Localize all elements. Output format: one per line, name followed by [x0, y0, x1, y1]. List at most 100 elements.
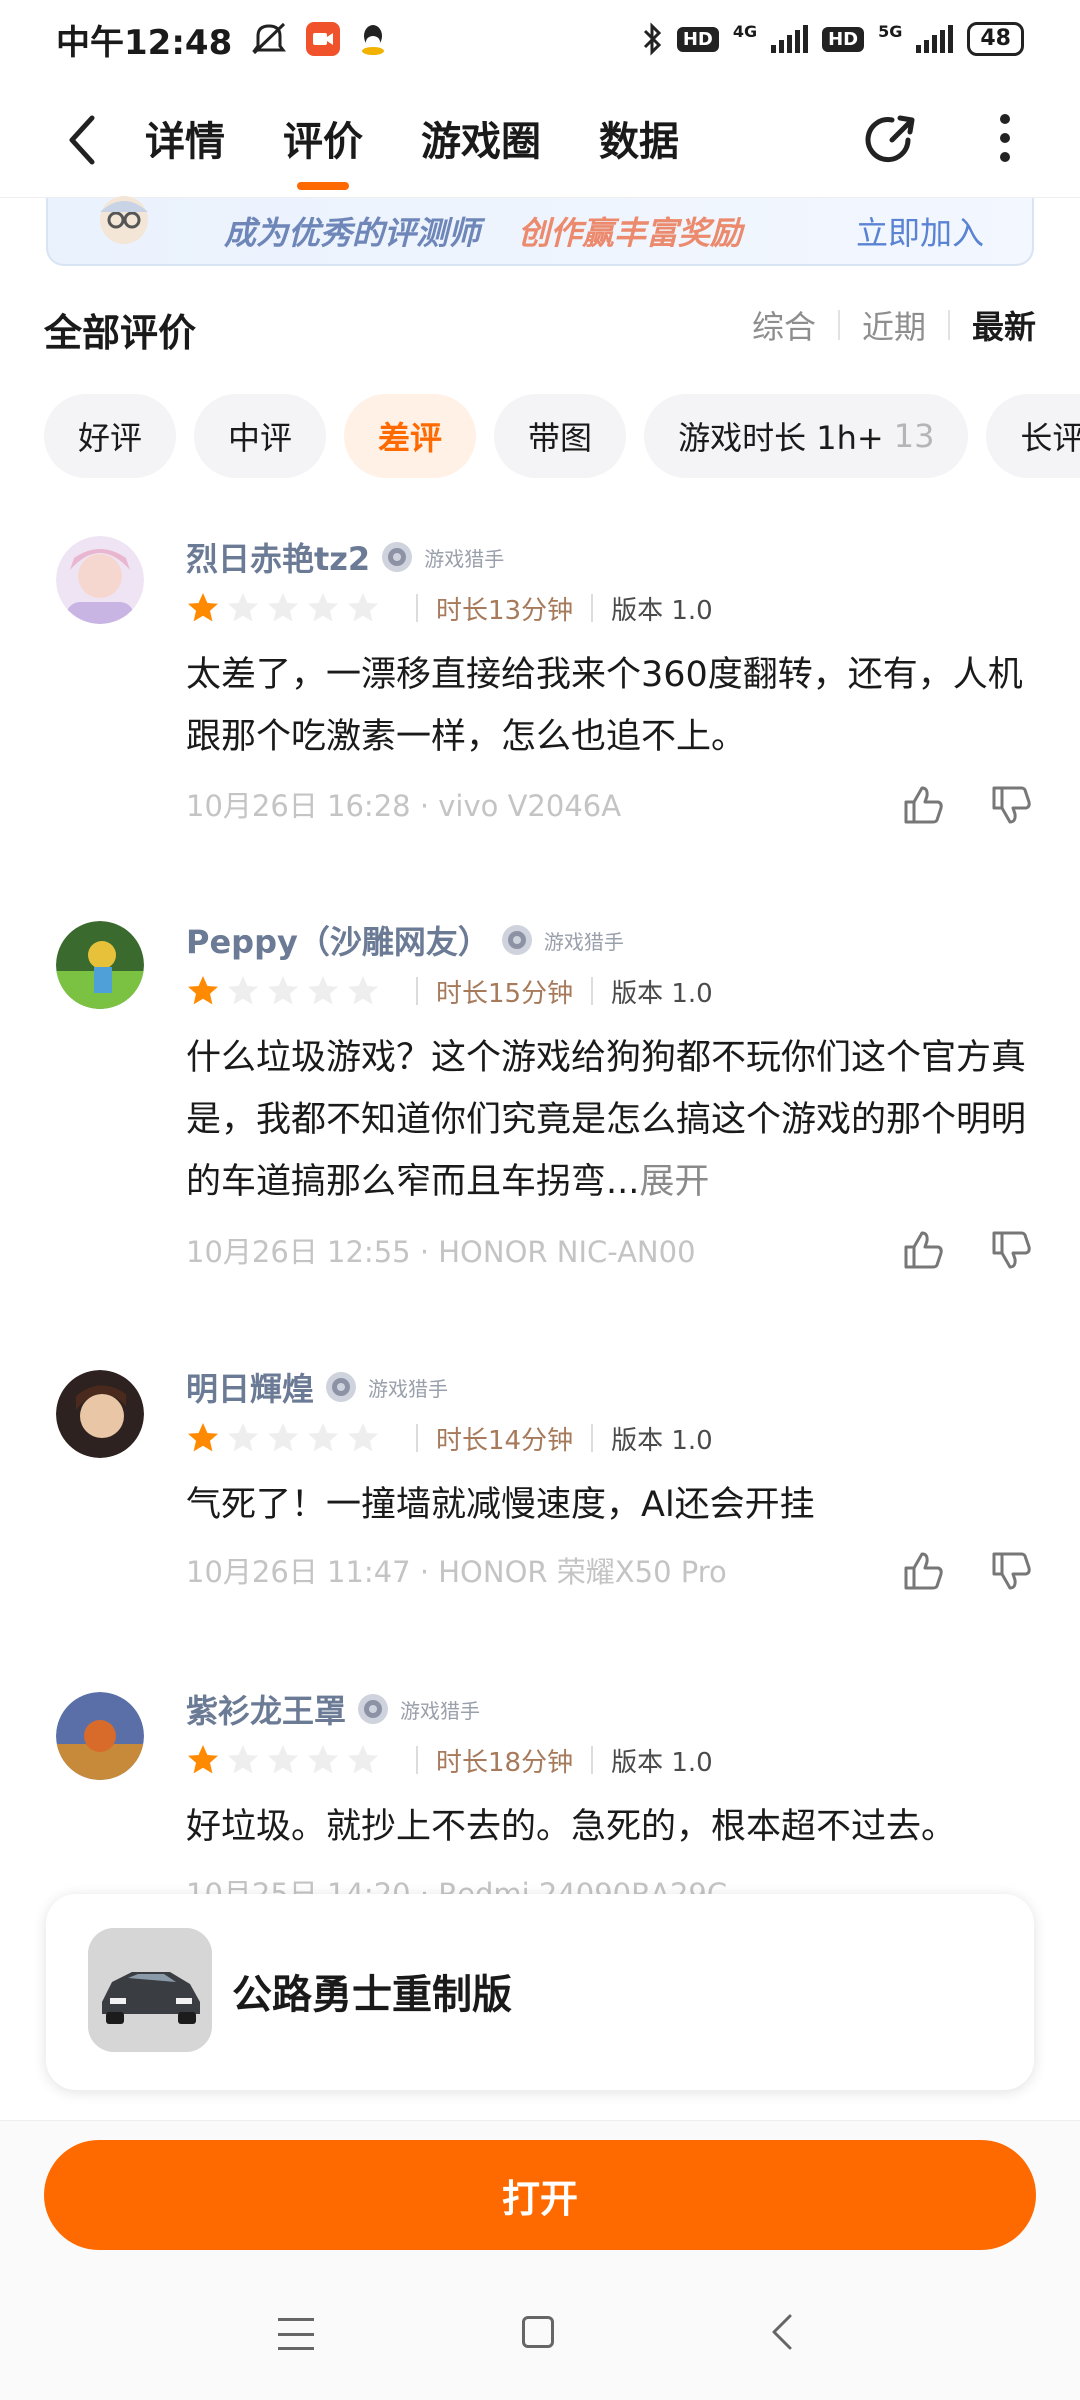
review-user-line: 紫衫龙王罩 游戏猎手	[186, 1684, 480, 1734]
filter-neutral[interactable]: 中评	[194, 394, 327, 478]
tab-reviews[interactable]: 评价	[283, 78, 363, 198]
status-bar: 中午12:48 HD 4G HD 5G 48	[0, 0, 1080, 78]
meta-divider	[416, 1746, 418, 1774]
chip-count: 13	[893, 417, 935, 455]
user-avatar[interactable]	[56, 921, 144, 1009]
filter-with-images[interactable]: 带图	[494, 394, 627, 478]
sort-tabs: 综合 近期 最新	[730, 302, 1036, 348]
open-app-button[interactable]: 打开	[44, 2140, 1036, 2250]
reviewer-promo-banner[interactable]: 成为优秀的评测师 创作赢丰富奖励 立即加入	[46, 196, 1034, 266]
sort-overall[interactable]: 综合	[730, 302, 838, 348]
back-arrow-icon[interactable]	[58, 110, 108, 170]
hunter-badge-icon	[358, 1694, 389, 1724]
status-time: 中午12:48	[56, 22, 233, 63]
nav-back-icon[interactable]	[770, 2312, 794, 2352]
thumbs-down-icon[interactable]	[990, 1229, 1032, 1271]
review-content: 好垃圾。就抄上不去的。急死的，根本超不过去。	[186, 1807, 957, 1847]
filter-negative[interactable]: 差评	[344, 394, 477, 478]
review-content: 太差了，一漂移直接给我来个360度翻转，还有，人机跟那个吃激素一样，怎么也追不上…	[186, 655, 1023, 757]
signal-icon-1	[771, 25, 809, 53]
rating-stars	[186, 591, 380, 625]
user-badge: 游戏猎手	[543, 929, 624, 954]
app-info-card[interactable]: 公路勇士重制版	[46, 1894, 1034, 2090]
star-empty-icon	[228, 1745, 258, 1774]
sort-recent[interactable]: 近期	[840, 302, 948, 348]
network-4g: 4G	[732, 22, 758, 41]
share-icon[interactable]	[862, 110, 920, 168]
star-empty-icon	[268, 1745, 298, 1774]
username[interactable]: 烈日赤艳tz2	[186, 534, 370, 580]
user-badge: 游戏猎手	[368, 1376, 449, 1401]
banner-text-primary: 成为优秀的评测师	[224, 214, 481, 252]
star-empty-icon	[268, 976, 298, 1005]
hunter-badge-icon	[326, 1372, 357, 1402]
filter-playtime[interactable]: 游戏时长 1h+ 13	[644, 394, 969, 478]
review-text[interactable]: 好垃圾。就抄上不去的。急死的，根本超不过去。	[186, 1796, 1036, 1858]
banner-join-link[interactable]: 立即加入	[856, 208, 984, 254]
review-footer: 10月26日 12:55 · HONOR NIC-AN00	[186, 1235, 696, 1269]
meta-divider	[591, 977, 594, 1005]
star-filled-icon	[188, 1745, 218, 1774]
star-empty-icon	[348, 976, 378, 1005]
filter-positive[interactable]: 好评	[44, 394, 177, 478]
camera-app-icon	[306, 22, 341, 56]
system-nav-bar	[0, 2292, 1080, 2382]
review-user-line: 明日輝煌 游戏猎手	[186, 1362, 448, 1412]
review-text[interactable]: 气死了！一撞墙就减慢速度，Al还会开挂	[186, 1474, 1036, 1536]
hunter-badge-icon	[501, 925, 532, 955]
filter-long-review[interactable]: 长评	[986, 394, 1080, 478]
username[interactable]: 紫衫龙王罩	[186, 1686, 346, 1732]
thumbs-down-icon[interactable]	[990, 784, 1032, 826]
review-text[interactable]: 什么垃圾游戏？这个游戏给狗狗都不玩你们这个官方真是，我都不知道你们究竟是怎么搞这…	[186, 1027, 1036, 1213]
review-text[interactable]: 太差了，一漂移直接给我来个360度翻转，还有，人机跟那个吃激素一样，怎么也追不上…	[186, 644, 1036, 768]
thumbs-up-icon[interactable]	[902, 784, 944, 826]
star-empty-icon	[308, 1745, 338, 1774]
review-meta: 时长14分钟 版本 1.0	[186, 1418, 713, 1458]
tab-data[interactable]: 数据	[599, 78, 679, 198]
meta-divider	[591, 1424, 594, 1452]
user-avatar[interactable]	[56, 1692, 144, 1780]
chip-label: 好评	[78, 419, 143, 457]
chip-label: 长评	[1020, 419, 1080, 457]
chip-label: 中评	[228, 419, 293, 457]
play-duration: 时长14分钟	[436, 1425, 574, 1456]
app-icon	[88, 1928, 212, 2052]
recent-apps-icon[interactable]	[278, 2318, 314, 2350]
review-item: Peppy（沙雕网友） 游戏猎手 时长15分钟 版本 1.0 什么垃圾游戏？这个…	[0, 915, 1080, 1315]
thumbs-up-icon[interactable]	[902, 1229, 944, 1271]
review-meta: 时长13分钟 版本 1.0	[186, 588, 713, 628]
review-footer: 10月26日 11:47 · HONOR 荣耀X50 Pro	[186, 1555, 727, 1589]
home-icon[interactable]	[522, 2316, 554, 2348]
race-car-icon	[88, 1928, 212, 2052]
rating-stars	[186, 1743, 380, 1777]
thumbs-down-icon[interactable]	[990, 1550, 1032, 1592]
meta-divider	[591, 594, 594, 622]
mute-icon	[252, 22, 287, 55]
game-version: 版本 1.0	[611, 1425, 713, 1456]
hunter-badge-icon	[382, 542, 413, 572]
star-empty-icon	[228, 1423, 258, 1452]
meta-divider	[591, 1746, 594, 1774]
star-empty-icon	[228, 593, 258, 622]
star-empty-icon	[228, 976, 258, 1005]
expand-link[interactable]: 展开	[639, 1162, 709, 1202]
chip-label: 带图	[528, 419, 593, 457]
review-content: 气死了！一撞墙就减慢速度，Al还会开挂	[186, 1485, 815, 1525]
user-avatar[interactable]	[56, 536, 144, 624]
thumbs-up-icon[interactable]	[902, 1550, 944, 1592]
username[interactable]: Peppy（沙雕网友）	[186, 917, 490, 963]
username[interactable]: 明日輝煌	[186, 1364, 314, 1410]
filter-chips: 好评 中评 差评 带图 游戏时长 1h+ 13 长评	[44, 394, 1080, 478]
tab-details[interactable]: 详情	[145, 78, 225, 198]
star-filled-icon	[188, 1423, 218, 1452]
user-avatar[interactable]	[56, 1370, 144, 1458]
sort-newest[interactable]: 最新	[950, 302, 1036, 348]
review-item: 紫衫龙王罩 游戏猎手 时长18分钟 版本 1.0 好垃圾。就抄上不去的。急死的，…	[0, 1684, 1080, 1911]
tab-game-circle[interactable]: 游戏圈	[421, 78, 541, 198]
star-empty-icon	[348, 1423, 378, 1452]
more-vertical-icon[interactable]	[990, 108, 1020, 168]
tab-bar: 详情 评价 游戏圈 数据	[145, 78, 737, 198]
review-footer: 10月26日 16:28 · vivo V2046A	[186, 789, 622, 823]
status-left: 中午12:48	[56, 15, 388, 64]
game-version: 版本 1.0	[611, 978, 713, 1009]
